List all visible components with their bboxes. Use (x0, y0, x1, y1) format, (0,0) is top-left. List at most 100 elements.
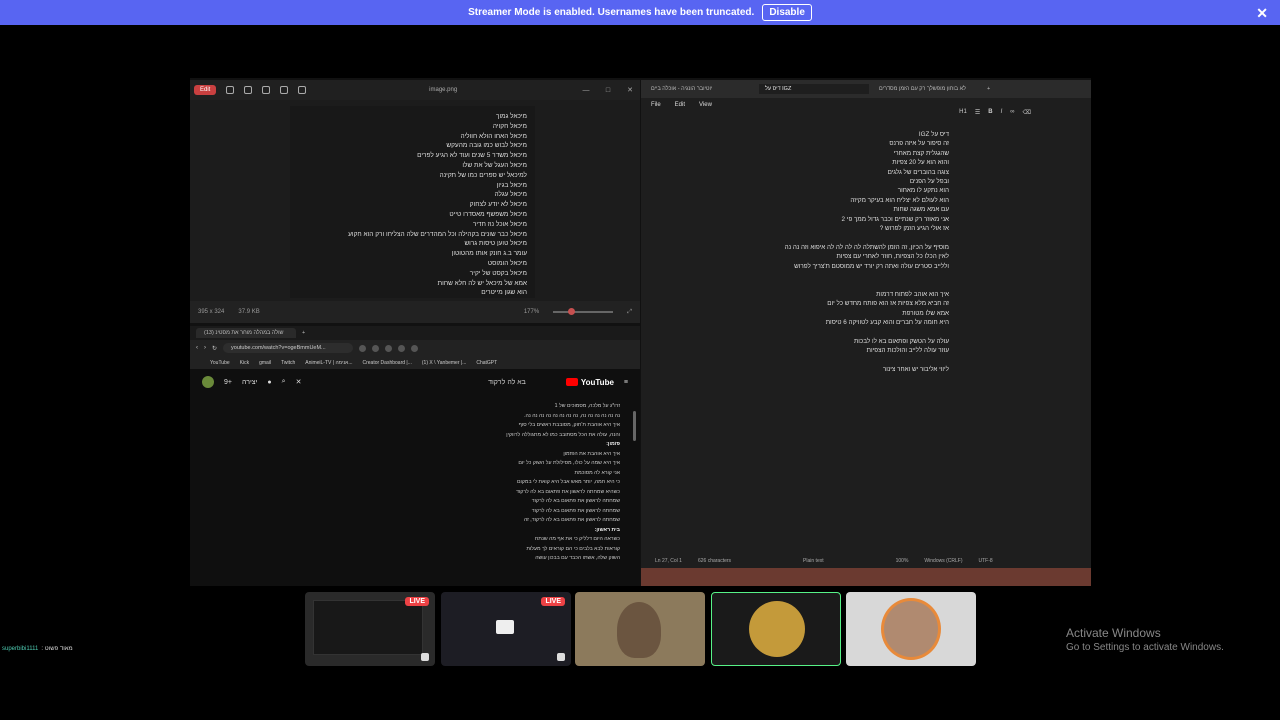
avatar[interactable] (202, 376, 214, 388)
youtube-logo[interactable]: YouTube (565, 377, 614, 387)
notepad-tab[interactable]: יוטיובר הונגיה - אוכלה ביים (645, 84, 755, 94)
heading-dropdown[interactable]: H1 (959, 109, 967, 116)
notepad-tab-active[interactable]: דיס על IGZ (759, 84, 869, 94)
address-bar: ‹ › ↻ youtube.com/watch?v=ogeBmmUeM... (190, 340, 640, 356)
scrollbar[interactable] (633, 411, 636, 441)
browser-tab[interactable]: (13) שולה במהלה מוחר את מסטינ (196, 328, 296, 338)
forward-icon[interactable]: › (204, 345, 206, 351)
youtube-header: 9+ יצירה ● ⌕ ✕ בא לה לרקוד YouTube ≡ (190, 369, 640, 395)
camera-tile-2[interactable] (846, 592, 976, 666)
video-description: זרו*ג על מלכה, מסמוכים של 1 נה נה נה נה נ… (360, 402, 620, 564)
user-name[interactable]: superbibi1111 (2, 646, 38, 652)
description-line: כשהיא שמחתה לראשון את פתאום בא לה לרקוד (516, 488, 620, 495)
clear-format-icon[interactable]: ⌫ (1023, 109, 1031, 116)
text-line (649, 327, 949, 336)
text-line: למיכאל יש ספרים כמו של תקינה (439, 171, 528, 179)
text-line: שהגגלית קצת מאחרי (893, 149, 949, 157)
italic-icon[interactable]: I (1001, 109, 1003, 116)
bookmarks-bar: YouTube Kick gmail Twitch AnimeiL-TV | אנימה… (190, 356, 640, 369)
list-icon[interactable]: ☰ (975, 109, 980, 116)
avatar (749, 601, 805, 657)
description-line: זרו*ג על מלכה, מסמוכים של 1 (554, 403, 620, 409)
activate-subtitle: Go to Settings to activate Windows. (1066, 642, 1224, 653)
description-line: כשראה היום דלליק כי את אף מה שנתח (534, 536, 620, 542)
bookmark-item[interactable]: ChatGPT (476, 360, 497, 366)
text-line: מיכאל לא יודע לצחוק (469, 201, 527, 209)
disable-button[interactable]: Disable (762, 4, 812, 21)
zoom-slider[interactable] (553, 308, 614, 315)
bookmark-item[interactable]: AnimeiL-TV | אנימה... (305, 360, 352, 366)
close-icon[interactable]: ✕ (1256, 5, 1268, 22)
notepad-text[interactable]: דיס על IGZ זה סיפור על איזה פרנס שהגגלית ק… (649, 130, 949, 374)
new-tab-icon[interactable]: + (987, 86, 990, 92)
menu-icon[interactable]: ≡ (624, 379, 628, 386)
camera-tile-active[interactable] (711, 592, 841, 666)
line-endings: Windows (CRLF) (924, 558, 963, 564)
extension-icon[interactable] (385, 344, 393, 352)
url-field[interactable]: youtube.com/watch?v=ogeBmmUeM... (223, 343, 354, 353)
size-label: 37.9 KB (238, 309, 260, 315)
bookmark-item[interactable]: Kick (240, 360, 249, 366)
notif-count[interactable]: 9+ (224, 379, 232, 386)
close-window-icon[interactable]: ✕ (624, 86, 636, 94)
menu-edit[interactable]: Edit (675, 102, 685, 108)
text-line: ובפל על הפנים (909, 178, 949, 186)
bold-icon[interactable]: B (988, 109, 992, 116)
search-input[interactable]: בא לה לרקוד (311, 379, 555, 386)
image-viewer-window: Edit image.png — □ ✕ מיכאל גמוך מיכאל חקו… (190, 80, 640, 323)
delete-icon[interactable] (244, 86, 253, 94)
desktop-wallpaper-strip (641, 568, 1091, 586)
create-button[interactable]: יצירה (242, 379, 257, 386)
char-count: 626 characters (697, 558, 732, 564)
bookmark-item[interactable]: gmail (259, 360, 271, 366)
search-icon[interactable]: ⌕ (282, 378, 286, 386)
text-line: מוסיף על הכיון, זה הזמן להשתלה לה לה לה … (784, 243, 949, 251)
maximize-icon[interactable]: □ (602, 87, 614, 94)
camera-tile-1[interactable] (575, 592, 705, 666)
link-icon[interactable]: ∞ (1010, 109, 1014, 116)
image-text-content: מיכאל גמוך מיכאל חקויה מיכאל האחו הולא חוו… (290, 106, 535, 298)
rotate-icon[interactable] (226, 86, 235, 94)
description-line: נה נה נה נה נה נה, נה נה נה נה נה נה נה … (524, 412, 620, 419)
print-icon[interactable] (262, 86, 271, 94)
mic-icon[interactable]: ● (267, 379, 271, 386)
clear-icon[interactable]: ✕ (296, 378, 302, 386)
description-line: כי היא חמה, יותר מאש אבל היא קואת לי במק… (517, 479, 620, 485)
info-icon[interactable] (298, 86, 307, 94)
reload-icon[interactable]: ↻ (212, 345, 217, 352)
text-line: מיכאל לבוש כמו גובה מהעקש (446, 142, 527, 150)
fullscreen-icon[interactable]: ⤢ (627, 309, 632, 316)
menu-view[interactable]: View (699, 102, 712, 108)
text-line: הוא שגון מייטרים (481, 289, 527, 297)
bookmark-item[interactable]: Creator Dashboard |... (363, 360, 412, 366)
menu-file[interactable]: File (651, 102, 661, 108)
text-line: מיכאל בגיון (496, 181, 527, 189)
back-icon[interactable]: ‹ (196, 345, 198, 351)
text-line: אמא של מיכאל יש לה חלא שחות (437, 279, 527, 287)
text-line: מיכאל בקסט של יקיר (469, 269, 527, 277)
youtube-play-icon (565, 378, 578, 386)
minimize-icon[interactable]: — (580, 87, 592, 94)
extension-icon[interactable] (398, 344, 406, 352)
stream-tile-1[interactable]: LIVE (305, 592, 435, 666)
extension-icon[interactable] (359, 344, 367, 352)
bookmark-item[interactable]: (1) X \ Yanbemer |... (422, 360, 466, 366)
stream-preview (313, 600, 423, 655)
notepad-tab[interactable]: לא בוחון מופשלך רק עם הזמן מסדרים (873, 84, 983, 94)
bookmark-item[interactable]: Twitch (281, 360, 295, 366)
text-line: מיכאל כבר שונים בקהילה וכל המהדרים שלה ה… (348, 230, 527, 238)
mute-icon (421, 653, 429, 661)
bookmark-item[interactable]: YouTube (210, 360, 230, 366)
share-icon[interactable] (280, 86, 289, 94)
youtube-logo-text: YouTube (580, 377, 614, 387)
text-line: דיס על IGZ (918, 131, 949, 138)
extension-icon[interactable] (372, 344, 380, 352)
extension-icon[interactable] (411, 344, 419, 352)
user-label: superbibi1111 : מאוד פשוט (2, 646, 73, 652)
text-line: עומר ב.ג חונק אותו מהטוטון (451, 250, 527, 258)
stream-tile-2[interactable]: LIVE (441, 592, 571, 666)
new-tab-icon[interactable]: + (302, 330, 305, 336)
description-line: איך היא שמה על כולו, מסילולת על השוק כל … (518, 460, 620, 466)
text-line: מיכאל משדר 5 שנים ועוד לא הגיע לפרים (417, 152, 527, 160)
edit-button[interactable]: Edit (194, 85, 217, 95)
